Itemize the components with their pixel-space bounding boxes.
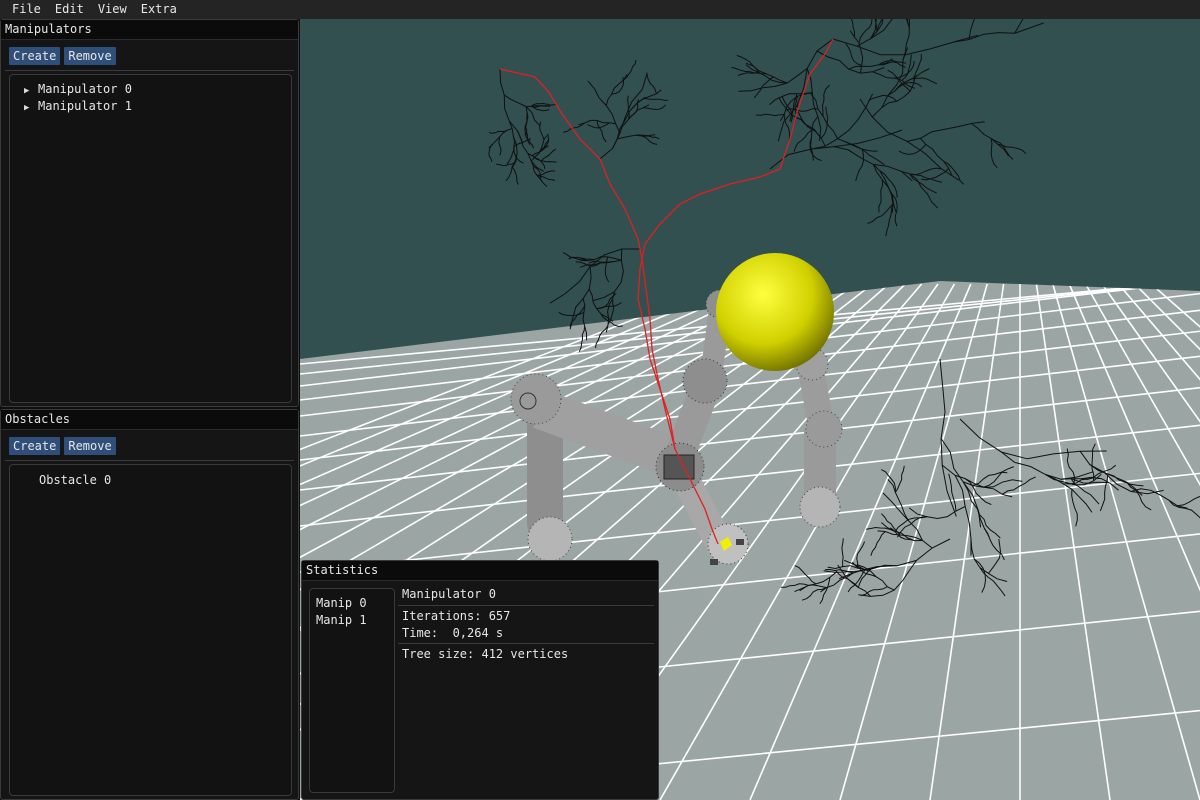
expand-arrow-icon[interactable]: ▶ <box>24 83 38 99</box>
create-manipulator-button[interactable]: Create <box>9 47 61 65</box>
menu-view[interactable]: View <box>91 0 134 19</box>
divider <box>5 70 294 71</box>
expand-arrow-icon[interactable]: ▶ <box>24 100 38 116</box>
menu-edit[interactable]: Edit <box>48 0 91 19</box>
obstacles-panel-title: Obstacles <box>1 410 298 430</box>
obstacle-sphere <box>716 253 834 371</box>
time-value: Time: 0,264 s <box>402 626 504 640</box>
iterations-value: Iterations: 657 <box>402 609 511 623</box>
selected-manipulator-title: Manipulator 0 <box>402 587 496 601</box>
statistics-panel-title: Statistics <box>302 561 658 581</box>
manipulators-panel: Manipulators Create Remove ▶ Manipulator … <box>0 19 299 407</box>
list-item-obstacle-0[interactable]: Obstacle 0 <box>39 472 111 488</box>
tree-node-manipulator-1[interactable]: ▶ Manipulator 1 <box>24 98 132 114</box>
manipulators-panel-title: Manipulators <box>1 20 298 40</box>
statistics-panel: Statistics Manip 0 Manip 1 Manipulator 0… <box>301 560 659 800</box>
manipulators-list[interactable]: ▶ Manipulator 0 ▶ Manipulator 1 <box>9 74 292 403</box>
remove-obstacle-button[interactable]: Remove <box>64 437 116 455</box>
menu-file[interactable]: File <box>0 0 48 19</box>
statistics-manip-list[interactable]: Manip 0 Manip 1 <box>309 588 395 793</box>
menu-extra[interactable]: Extra <box>134 0 184 19</box>
tree-node-label: Manipulator 0 <box>38 82 132 96</box>
obstacles-panel: Obstacles Create Remove Obstacle 0 <box>0 409 299 800</box>
tree-node-label: Manipulator 1 <box>38 99 132 113</box>
tree-size-value: Tree size: 412 vertices <box>402 647 569 661</box>
list-item-manip-1[interactable]: Manip 1 <box>316 612 367 628</box>
tree-node-manipulator-0[interactable]: ▶ Manipulator 0 <box>24 81 132 97</box>
create-obstacle-button[interactable]: Create <box>9 437 61 455</box>
divider <box>398 643 654 644</box>
divider <box>5 460 294 461</box>
list-item-manip-0[interactable]: Manip 0 <box>316 595 367 611</box>
obstacles-list[interactable]: Obstacle 0 <box>9 464 292 796</box>
divider <box>398 605 654 606</box>
menubar: File Edit View Extra <box>0 0 1200 19</box>
remove-manipulator-button[interactable]: Remove <box>64 47 116 65</box>
